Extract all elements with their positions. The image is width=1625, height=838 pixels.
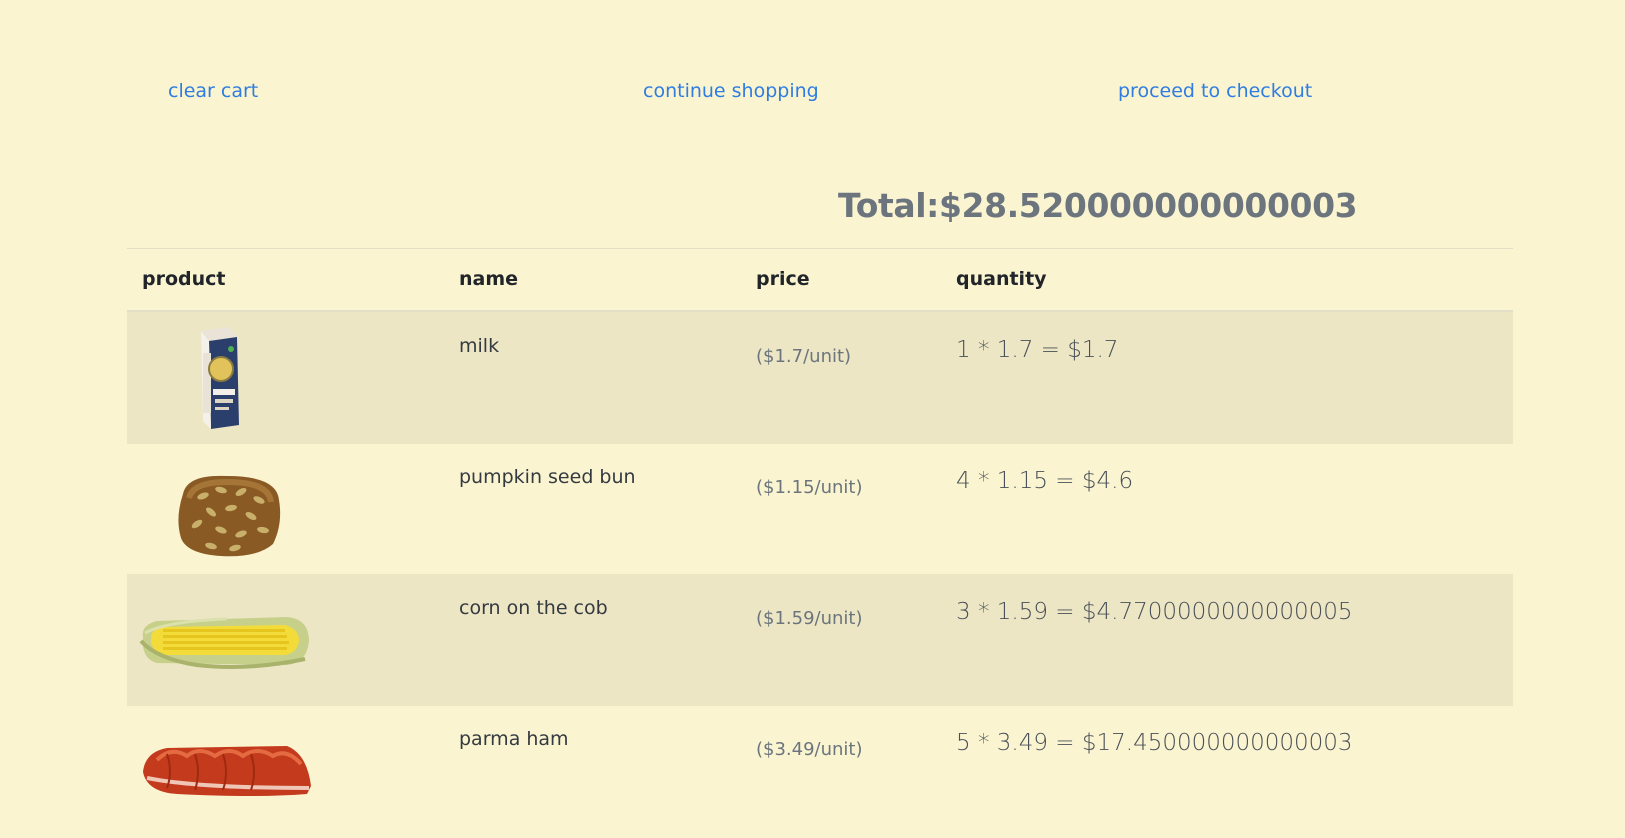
product-quantity: 4 * 1.15 = $4.6 — [956, 468, 1134, 494]
cart-total: Total:$28.520000000000003 — [838, 186, 1358, 225]
continue-shopping-link[interactable]: continue shopping — [643, 80, 819, 102]
product-name: milk — [459, 335, 500, 357]
proceed-to-checkout-link[interactable]: proceed to checkout — [1118, 80, 1312, 102]
product-name: parma ham — [459, 728, 569, 750]
milk-carton-icon — [137, 323, 317, 433]
clear-cart-link[interactable]: clear cart — [168, 80, 258, 102]
product-price: ($3.49/unit) — [756, 739, 863, 760]
header-quantity: quantity — [956, 268, 1047, 290]
table-row: milk ($1.7/unit) 1 * 1.7 = $1.7 — [127, 312, 1513, 443]
product-quantity: 5 * 3.49 = $17.450000000000003 — [956, 730, 1353, 756]
pumpkin-seed-bun-icon — [137, 454, 317, 564]
parma-ham-icon — [137, 716, 317, 826]
table-row: corn on the cob ($1.59/unit) 3 * 1.59 = … — [127, 574, 1513, 705]
product-price: ($1.7/unit) — [756, 346, 852, 367]
cart-table: product name price quantity milk ($1.7/u… — [127, 248, 1513, 836]
product-price: ($1.59/unit) — [756, 608, 863, 629]
cart-actions: clear cart continue shopping proceed to … — [0, 80, 1625, 110]
header-product: product — [142, 268, 226, 290]
product-price: ($1.15/unit) — [756, 477, 863, 498]
table-row: pumpkin seed bun ($1.15/unit) 4 * 1.15 =… — [127, 443, 1513, 574]
corn-on-the-cob-icon — [137, 585, 317, 695]
header-name: name — [459, 268, 519, 290]
product-name: pumpkin seed bun — [459, 466, 636, 488]
product-name: corn on the cob — [459, 597, 608, 619]
product-quantity: 1 * 1.7 = $1.7 — [956, 337, 1119, 363]
header-price: price — [756, 268, 810, 290]
product-quantity: 3 * 1.59 = $4.7700000000000005 — [956, 599, 1353, 625]
table-row: parma ham ($3.49/unit) 5 * 3.49 = $17.45… — [127, 705, 1513, 836]
table-header: product name price quantity — [127, 249, 1513, 312]
